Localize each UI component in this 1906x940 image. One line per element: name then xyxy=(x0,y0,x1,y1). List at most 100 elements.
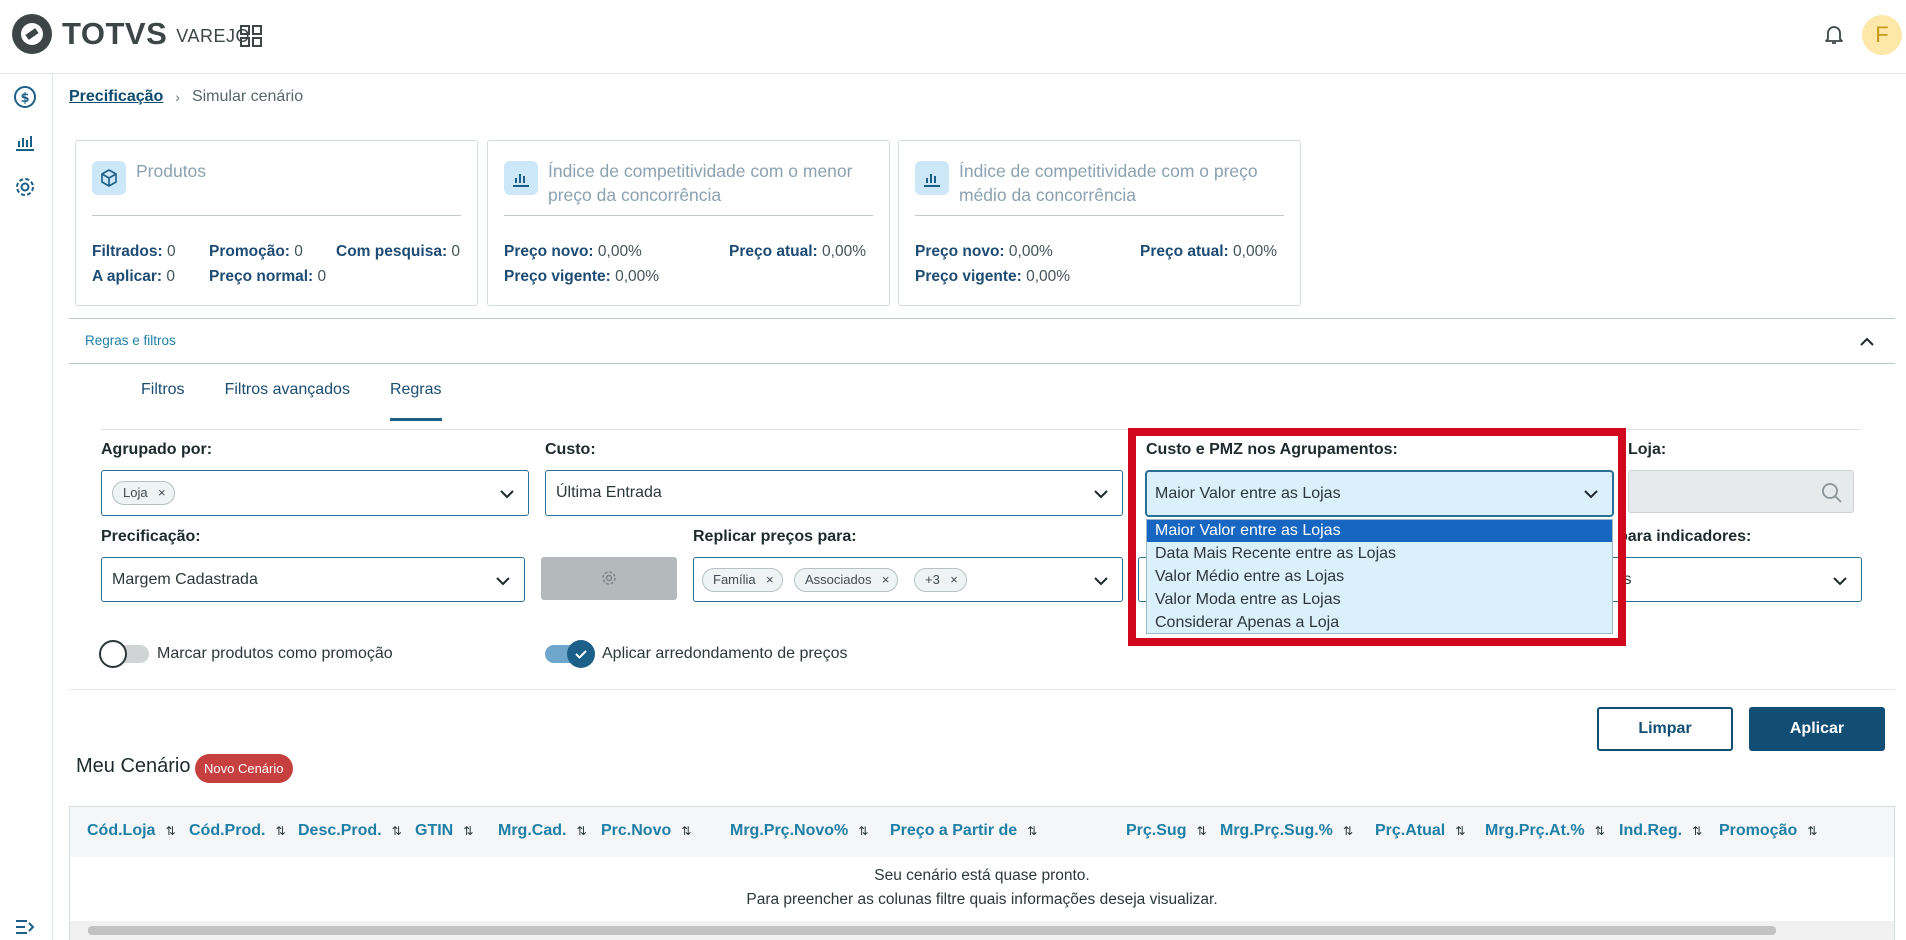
totvs-logo[interactable]: TOTVS VAREJO xyxy=(12,14,250,54)
stat-label: A aplicar: xyxy=(92,268,163,285)
pricing-settings-button[interactable] xyxy=(541,557,677,600)
column-header-desc-prod[interactable]: Desc.Prod. ⇅ xyxy=(298,822,402,840)
loja-search-input[interactable] xyxy=(1628,470,1854,513)
chevron-down-icon[interactable] xyxy=(494,572,512,590)
panel-header-divider xyxy=(69,363,1895,364)
column-label: Mrg.Prç.Novo% xyxy=(730,822,849,839)
pricing-dollar-icon[interactable]: $ xyxy=(13,85,37,109)
chevron-down-icon[interactable] xyxy=(1092,485,1110,503)
arredondamento-toggle-label: Aplicar arredondamento de preços xyxy=(602,645,848,662)
column-header-promocao[interactable]: Promoção ⇅ xyxy=(1719,822,1817,840)
rules-tabs: Filtros Filtros avançados Regras xyxy=(120,381,482,421)
column-header-mrg-prc-sug[interactable]: Mrg.Prç.Sug.% ⇅ xyxy=(1220,822,1353,840)
sort-icon[interactable]: ⇅ xyxy=(1196,824,1206,838)
tag-more[interactable]: +3 × xyxy=(914,568,967,592)
stat-label: Preço vigente: xyxy=(504,268,611,285)
tab-filtros-avancados[interactable]: Filtros avançados xyxy=(225,381,350,421)
search-icon[interactable] xyxy=(1821,482,1843,504)
custo-pmz-select[interactable]: Maior Valor entre as Lojas xyxy=(1145,470,1614,517)
precificacao-select[interactable]: Margem Cadastrada xyxy=(101,557,525,602)
column-header-cod-loja[interactable]: Cód.Loja ⇅ xyxy=(87,822,176,840)
column-label: Mrg.Prç.Sug.% xyxy=(1220,822,1333,839)
column-label: Mrg.Prç.At.% xyxy=(1485,822,1585,839)
tag-loja[interactable]: Loja × xyxy=(112,481,175,505)
sort-icon[interactable]: ⇅ xyxy=(576,824,586,838)
column-header-preco-a-partir-de[interactable]: Preço a Partir de ⇅ xyxy=(890,822,1037,840)
card-indice-preco-medio: Índice de competitividade com o preço mé… xyxy=(898,140,1301,306)
replicar-select[interactable]: Família × Associados × +3 × xyxy=(693,557,1123,602)
notification-bell-icon[interactable] xyxy=(1822,22,1846,46)
column-header-mrg-prc-novo[interactable]: Mrg.Prç.Novo% ⇅ xyxy=(730,822,868,840)
expand-menu-icon[interactable] xyxy=(13,915,37,939)
close-icon[interactable]: × xyxy=(950,569,958,591)
sort-icon[interactable]: ⇅ xyxy=(1343,824,1353,838)
sort-icon[interactable]: ⇅ xyxy=(1027,824,1037,838)
column-header-prc-sug[interactable]: Prç.Sug ⇅ xyxy=(1126,822,1207,840)
option-maior-valor[interactable]: Maior Valor entre as Lojas xyxy=(1147,520,1612,542)
check-icon xyxy=(575,650,587,659)
stat-label: Filtrados: xyxy=(92,243,163,260)
chevron-up-icon[interactable] xyxy=(1858,333,1876,351)
tab-filtros[interactable]: Filtros xyxy=(141,381,185,421)
sort-icon[interactable]: ⇅ xyxy=(858,824,868,838)
horizontal-scrollbar[interactable] xyxy=(70,921,1894,940)
stat-value: 0,00% xyxy=(822,243,866,260)
side-nav: $ xyxy=(0,75,53,940)
limpar-button[interactable]: Limpar xyxy=(1597,707,1733,751)
gear-icon xyxy=(602,571,616,585)
sort-icon[interactable]: ⇅ xyxy=(1455,824,1465,838)
apps-grid-icon[interactable] xyxy=(240,25,262,47)
chevron-down-icon[interactable] xyxy=(1582,485,1600,503)
tag-associados[interactable]: Associados × xyxy=(794,568,899,592)
stat-value: 0 xyxy=(166,268,175,285)
card-title: Índice de competitividade com o menor pr… xyxy=(548,161,853,205)
chevron-down-icon[interactable] xyxy=(498,485,516,503)
option-considerar-apenas-loja[interactable]: Considerar Apenas a Loja xyxy=(1147,612,1612,634)
close-icon[interactable]: × xyxy=(882,569,890,591)
sort-icon[interactable]: ⇅ xyxy=(275,824,285,838)
tab-regras[interactable]: Regras xyxy=(389,381,442,421)
chevron-down-icon[interactable] xyxy=(1831,572,1849,590)
close-icon[interactable]: × xyxy=(766,569,774,591)
chevron-down-icon[interactable] xyxy=(1092,572,1110,590)
bar-chart-icon xyxy=(915,161,949,195)
column-header-mrg-prc-at[interactable]: Mrg.Prç.At.% ⇅ xyxy=(1485,822,1605,840)
sort-icon[interactable]: ⇅ xyxy=(1692,824,1702,838)
close-icon[interactable]: × xyxy=(158,482,166,504)
rules-panel-title[interactable]: Regras e filtros xyxy=(85,333,176,348)
sort-icon[interactable]: ⇅ xyxy=(1595,824,1605,838)
box-icon xyxy=(92,161,126,195)
column-header-prc-novo[interactable]: Prc.Novo ⇅ xyxy=(601,822,691,840)
sort-icon[interactable]: ⇅ xyxy=(681,824,691,838)
sort-icon[interactable]: ⇅ xyxy=(1807,824,1817,838)
user-avatar[interactable]: F xyxy=(1862,15,1902,55)
column-header-prc-atual[interactable]: Prç.Atual ⇅ xyxy=(1375,822,1465,840)
stat-value: 0 xyxy=(317,268,327,285)
agrupado-label: Agrupado por: xyxy=(101,441,213,458)
tag-familia[interactable]: Família × xyxy=(702,568,783,592)
settings-gear-icon[interactable] xyxy=(13,175,37,199)
reports-chart-icon[interactable] xyxy=(13,130,37,154)
column-header-mrg-cad[interactable]: Mrg.Cad. ⇅ xyxy=(498,822,587,840)
column-header-ind-reg[interactable]: Ind.Reg. ⇅ xyxy=(1619,822,1702,840)
stat-value: 0,00% xyxy=(1233,243,1277,260)
breadcrumb-precificacao-link[interactable]: Precificação xyxy=(69,88,163,106)
custo-select[interactable]: Última Entrada xyxy=(545,470,1123,516)
aplicar-button[interactable]: Aplicar xyxy=(1749,707,1885,751)
stat-label: Com pesquisa: xyxy=(336,243,448,260)
tag-label: +3 xyxy=(925,572,940,587)
promo-toggle[interactable] xyxy=(99,640,149,668)
option-valor-moda[interactable]: Valor Moda entre as Lojas xyxy=(1147,589,1612,611)
column-header-cod-prod[interactable]: Cód.Prod. ⇅ xyxy=(189,822,286,840)
sort-icon[interactable]: ⇅ xyxy=(392,824,402,838)
option-valor-medio[interactable]: Valor Médio entre as Lojas xyxy=(1147,566,1612,588)
column-label: Prc.Novo xyxy=(601,822,672,839)
scenario-title: Meu Cenário xyxy=(76,755,191,777)
sort-icon[interactable]: ⇅ xyxy=(463,824,473,838)
sort-icon[interactable]: ⇅ xyxy=(165,824,175,838)
option-data-mais-recente[interactable]: Data Mais Recente entre as Lojas xyxy=(1147,543,1612,565)
column-header-gtin[interactable]: GTIN ⇅ xyxy=(415,822,473,840)
agrupado-select[interactable]: Loja × xyxy=(101,470,529,516)
arredondamento-toggle[interactable] xyxy=(545,640,595,668)
scrollbar-thumb[interactable] xyxy=(88,926,1776,935)
